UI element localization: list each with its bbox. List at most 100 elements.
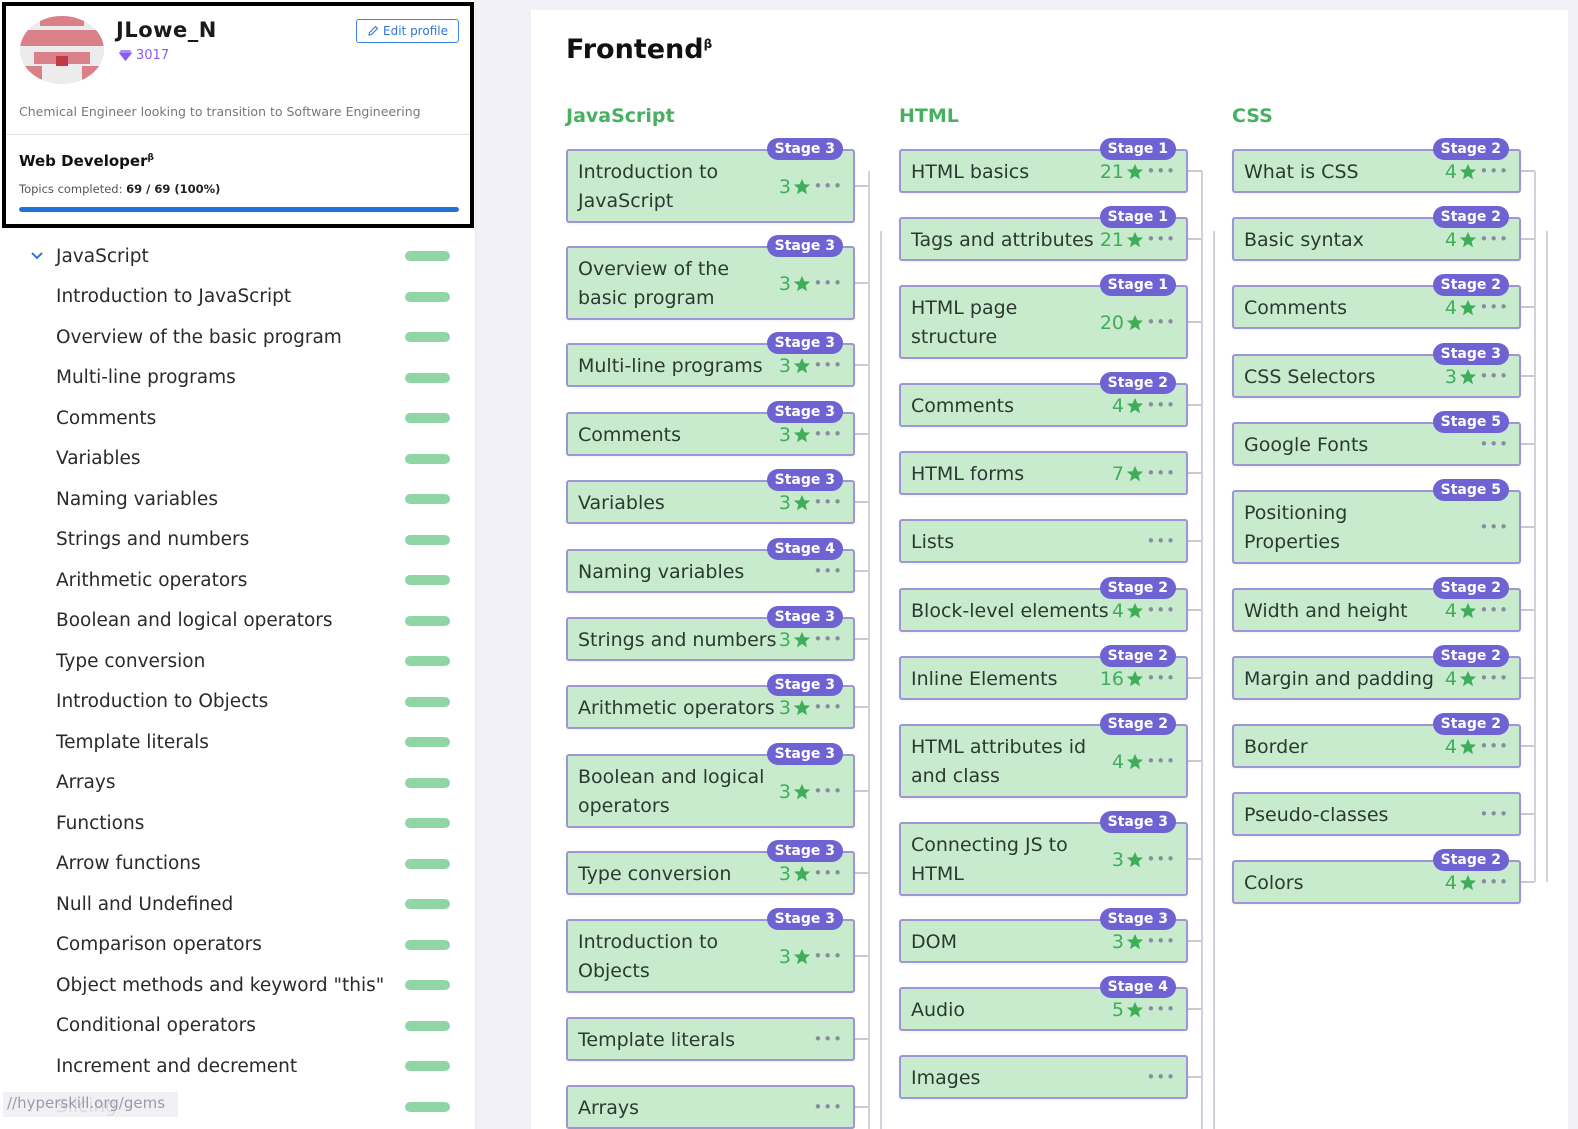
- topic-node[interactable]: Variables 3 ••• Stage 3: [566, 469, 855, 524]
- more-dots-icon[interactable]: •••: [1146, 601, 1176, 619]
- topic-node[interactable]: Tags and attributes 21 ••• Stage 1: [899, 206, 1188, 261]
- topic-node[interactable]: Images •••: [899, 1055, 1188, 1099]
- more-dots-icon[interactable]: •••: [813, 630, 843, 648]
- topic-node[interactable]: Comments 4 ••• Stage 2: [1232, 274, 1521, 329]
- topic-node-name-line: Comments: [578, 424, 681, 446]
- more-dots-icon[interactable]: •••: [1479, 367, 1509, 385]
- topic-node[interactable]: Introduction to Objects 3 ••• Stage 3: [566, 908, 855, 993]
- more-dots-icon[interactable]: •••: [1479, 669, 1509, 687]
- more-dots-icon[interactable]: •••: [813, 1098, 843, 1116]
- sidebar-topic-item[interactable]: Comparison operators: [0, 925, 474, 966]
- topic-node[interactable]: Boolean and logical operators 3 ••• Stage 3: [566, 743, 855, 828]
- more-dots-icon[interactable]: •••: [813, 356, 843, 374]
- more-dots-icon[interactable]: •••: [1146, 850, 1176, 868]
- more-dots-icon[interactable]: •••: [1479, 162, 1509, 180]
- sidebar-topic-item[interactable]: Arithmetic operators: [0, 560, 474, 601]
- topic-node[interactable]: DOM 3 ••• Stage 3: [899, 908, 1188, 963]
- sidebar-topic-item[interactable]: Template literals: [0, 722, 474, 763]
- topic-node[interactable]: What is CSS 4 ••• Stage 2: [1232, 138, 1521, 193]
- more-dots-icon[interactable]: •••: [813, 1030, 843, 1048]
- topic-node[interactable]: Margin and padding 4 ••• Stage 2: [1232, 645, 1521, 700]
- more-dots-icon[interactable]: •••: [1146, 1000, 1176, 1018]
- edit-profile-button[interactable]: Edit profile: [356, 19, 459, 43]
- topic-node[interactable]: HTML attributes id and class 4 ••• Stage 2: [899, 713, 1188, 798]
- topic-node[interactable]: HTML forms 7 •••: [899, 451, 1188, 495]
- topic-node[interactable]: Introduction to JavaScript 3 ••• Stage 3: [566, 138, 855, 223]
- topic-node[interactable]: Arrays •••: [566, 1085, 855, 1129]
- topic-node[interactable]: CSS Selectors 3 ••• Stage 3: [1232, 343, 1521, 398]
- avatar[interactable]: [20, 16, 104, 84]
- more-dots-icon[interactable]: •••: [1146, 162, 1176, 180]
- topic-node[interactable]: Multi-line programs 3 ••• Stage 3: [566, 332, 855, 387]
- more-dots-icon[interactable]: •••: [1479, 230, 1509, 248]
- sidebar-topic-item[interactable]: Functions: [0, 803, 474, 844]
- sidebar-topic-item[interactable]: Introduction to JavaScript: [0, 277, 474, 318]
- more-dots-icon[interactable]: •••: [813, 864, 843, 882]
- more-dots-icon[interactable]: •••: [1479, 737, 1509, 755]
- topic-node[interactable]: Positioning Properties ••• Stage 5: [1232, 479, 1521, 564]
- more-dots-icon[interactable]: •••: [813, 782, 843, 800]
- more-dots-icon[interactable]: •••: [1479, 805, 1509, 823]
- more-dots-icon[interactable]: •••: [1146, 1068, 1176, 1086]
- sidebar-topic-item[interactable]: Increment and decrement: [0, 1046, 474, 1087]
- more-dots-icon[interactable]: •••: [813, 947, 843, 965]
- more-dots-icon[interactable]: •••: [813, 562, 843, 580]
- topic-node[interactable]: Audio 5 ••• Stage 4: [899, 976, 1188, 1031]
- topic-node[interactable]: Lists •••: [899, 519, 1188, 563]
- topic-node[interactable]: Naming variables ••• Stage 4: [566, 538, 855, 593]
- more-dots-icon[interactable]: •••: [1146, 752, 1176, 770]
- sidebar-topic-item[interactable]: Introduction to Objects: [0, 682, 474, 723]
- topic-node[interactable]: Inline Elements 16 ••• Stage 2: [899, 645, 1188, 700]
- topic-node[interactable]: Template literals •••: [566, 1017, 855, 1061]
- more-dots-icon[interactable]: •••: [1146, 464, 1176, 482]
- more-dots-icon[interactable]: •••: [813, 698, 843, 716]
- topic-node-name-line: Margin and padding: [1244, 668, 1434, 690]
- topic-node[interactable]: Arithmetic operators 3 ••• Stage 3: [566, 674, 855, 729]
- more-dots-icon[interactable]: •••: [1146, 396, 1176, 414]
- sidebar-topic-item[interactable]: Null and Undefined: [0, 884, 474, 925]
- topic-node[interactable]: Google Fonts ••• Stage 5: [1232, 411, 1521, 466]
- more-dots-icon[interactable]: •••: [1146, 669, 1176, 687]
- sidebar-topic-item[interactable]: Comments: [0, 398, 474, 439]
- more-dots-icon[interactable]: •••: [1146, 230, 1176, 248]
- sidebar-topic-item[interactable]: Multi-line programs: [0, 358, 474, 399]
- more-dots-icon[interactable]: •••: [1479, 601, 1509, 619]
- sidebar-topic-item[interactable]: Object methods and keyword "this": [0, 965, 474, 1006]
- sidebar-topic-item[interactable]: Conditional operators: [0, 1006, 474, 1047]
- more-dots-icon[interactable]: •••: [1479, 873, 1509, 891]
- sidebar-topic-item[interactable]: Variables: [0, 439, 474, 480]
- sidebar-topic-item[interactable]: Type conversion: [0, 641, 474, 682]
- sidebar-topic-item[interactable]: Overview of the basic program: [0, 317, 474, 358]
- more-dots-icon[interactable]: •••: [1479, 518, 1509, 536]
- topic-node[interactable]: Comments 4 ••• Stage 2: [899, 372, 1188, 427]
- more-dots-icon[interactable]: •••: [813, 177, 843, 195]
- topic-node[interactable]: Strings and numbers 3 ••• Stage 3: [566, 606, 855, 661]
- topic-node[interactable]: Border 4 ••• Stage 2: [1232, 713, 1521, 768]
- sidebar-topic-item[interactable]: Naming variables: [0, 479, 474, 520]
- more-dots-icon[interactable]: •••: [813, 274, 843, 292]
- sidebar-section-javascript[interactable]: JavaScript: [0, 236, 474, 277]
- more-dots-icon[interactable]: •••: [1146, 532, 1176, 550]
- topic-node[interactable]: Type conversion 3 ••• Stage 3: [566, 840, 855, 895]
- sidebar-topic-item[interactable]: Strings and numbers: [0, 520, 474, 561]
- more-dots-icon[interactable]: •••: [1146, 932, 1176, 950]
- more-dots-icon[interactable]: •••: [1479, 435, 1509, 453]
- more-dots-icon[interactable]: •••: [813, 425, 843, 443]
- topic-node[interactable]: HTML page structure 20 ••• Stage 1: [899, 274, 1188, 359]
- more-dots-icon[interactable]: •••: [813, 493, 843, 511]
- topic-node[interactable]: Connecting JS to HTML 3 ••• Stage 3: [899, 811, 1188, 896]
- sidebar-topic-item[interactable]: Boolean and logical operators: [0, 601, 474, 642]
- sidebar-topic-item[interactable]: Arrays: [0, 763, 474, 804]
- topic-node[interactable]: HTML basics 21 ••• Stage 1: [899, 138, 1188, 193]
- topic-node[interactable]: Colors 4 ••• Stage 2: [1232, 849, 1521, 904]
- more-dots-icon[interactable]: •••: [1479, 298, 1509, 316]
- sidebar-topic-item[interactable]: Arrow functions: [0, 844, 474, 885]
- topic-node[interactable]: Block-level elements 4 ••• Stage 2: [899, 577, 1188, 632]
- topic-node[interactable]: Comments 3 ••• Stage 3: [566, 401, 855, 456]
- topic-node[interactable]: Pseudo-classes •••: [1232, 792, 1521, 836]
- topic-node[interactable]: Basic syntax 4 ••• Stage 2: [1232, 206, 1521, 261]
- topic-node[interactable]: Width and height 4 ••• Stage 2: [1232, 577, 1521, 632]
- topic-node[interactable]: Overview of the basic program 3 ••• Stage 3: [566, 235, 855, 320]
- more-dots-icon[interactable]: •••: [1146, 313, 1176, 331]
- track-title[interactable]: Web Developerβ: [19, 152, 154, 170]
